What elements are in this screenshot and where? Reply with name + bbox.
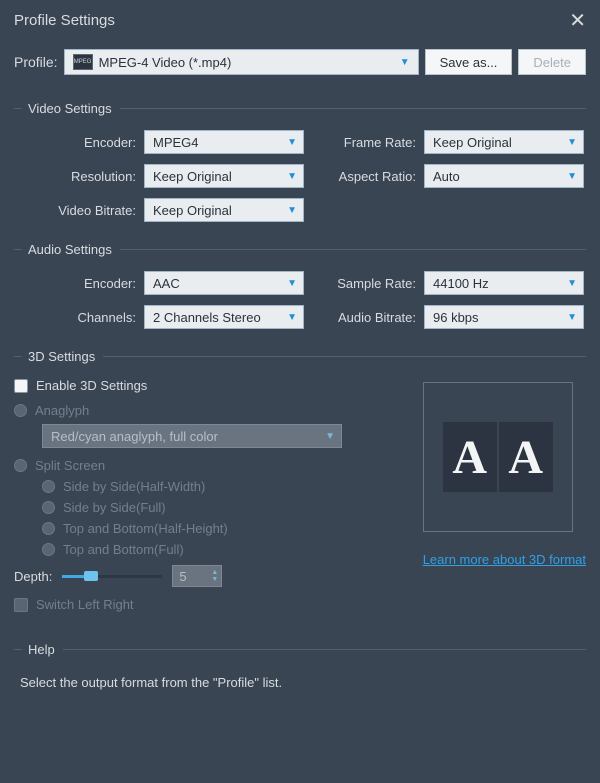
chevron-down-icon: ▼: [287, 205, 297, 216]
audio-encoder-select[interactable]: AAC▼: [144, 271, 304, 295]
resolution-label: Resolution:: [14, 169, 144, 184]
switch-lr-checkbox: Switch Left Right: [14, 597, 405, 612]
3d-preview: A A: [423, 382, 573, 532]
depth-slider: [62, 569, 162, 583]
checkbox-icon: [14, 598, 28, 612]
enable-3d-checkbox[interactable]: Enable 3D Settings: [14, 378, 405, 393]
profile-select[interactable]: MPEG MPEG-4 Video (*.mp4) ▼: [64, 49, 419, 75]
profile-value: MPEG-4 Video (*.mp4): [99, 55, 232, 70]
depth-row: Depth: 5 ▲▼: [14, 565, 405, 587]
chevron-down-icon: ▼: [567, 171, 577, 182]
radio-icon: [14, 459, 27, 472]
radio-icon: [42, 522, 55, 535]
chevron-down-icon: ▼: [567, 137, 577, 148]
audio-encoder-label: Encoder:: [14, 276, 144, 291]
preview-letter-right: A: [499, 422, 553, 492]
3d-header: 3D Settings: [14, 349, 586, 364]
chevron-down-icon: ▼: [567, 312, 577, 323]
chevron-down-icon: ▼: [567, 278, 577, 289]
video-header: Video Settings: [14, 101, 586, 116]
radio-icon: [14, 404, 27, 417]
video-encoder-select[interactable]: MPEG4▼: [144, 130, 304, 154]
aspect-ratio-label: Aspect Ratio:: [304, 169, 424, 184]
channels-select[interactable]: 2 Channels Stereo▼: [144, 305, 304, 329]
delete-button: Delete: [518, 49, 586, 75]
checkbox-icon: [14, 379, 28, 393]
radio-icon: [42, 480, 55, 493]
close-icon[interactable]: ✕: [569, 8, 586, 33]
chevron-down-icon: ▼: [287, 312, 297, 323]
aspect-ratio-select[interactable]: Auto▼: [424, 164, 584, 188]
anaglyph-radio: Anaglyph: [14, 403, 405, 418]
chevron-down-icon: ▼: [287, 137, 297, 148]
profile-row: Profile: MPEG MPEG-4 Video (*.mp4) ▼ Sav…: [0, 43, 600, 89]
chevron-down-icon: ▼: [400, 57, 410, 68]
sbs-half-radio: Side by Side(Half-Width): [42, 479, 405, 494]
window-title: Profile Settings: [14, 12, 115, 29]
resolution-select[interactable]: Keep Original▼: [144, 164, 304, 188]
frame-rate-select[interactable]: Keep Original▼: [424, 130, 584, 154]
radio-icon: [42, 543, 55, 556]
chevron-down-icon: ▼: [325, 431, 335, 442]
help-text: Select the output format from the "Profi…: [14, 671, 586, 690]
audio-header: Audio Settings: [14, 242, 586, 257]
help-section: Help Select the output format from the "…: [0, 630, 600, 698]
help-header: Help: [14, 642, 586, 657]
mpeg-icon: MPEG: [73, 54, 93, 70]
learn-more-link[interactable]: Learn more about 3D format: [423, 552, 586, 567]
frame-rate-label: Frame Rate:: [304, 135, 424, 150]
sample-rate-select[interactable]: 44100 Hz▼: [424, 271, 584, 295]
anaglyph-mode-select: Red/cyan anaglyph, full color ▼: [42, 424, 342, 448]
tab-half-radio: Top and Bottom(Half-Height): [42, 521, 405, 536]
video-bitrate-select[interactable]: Keep Original▼: [144, 198, 304, 222]
split-screen-radio: Split Screen: [14, 458, 405, 473]
tab-full-radio: Top and Bottom(Full): [42, 542, 405, 557]
audio-bitrate-label: Audio Bitrate:: [304, 310, 424, 325]
3d-section: 3D Settings Enable 3D Settings Anaglyph …: [0, 337, 600, 630]
preview-letter-left: A: [443, 422, 497, 492]
sbs-full-radio: Side by Side(Full): [42, 500, 405, 515]
chevron-down-icon: ▼: [287, 278, 297, 289]
channels-label: Channels:: [14, 310, 144, 325]
video-bitrate-label: Video Bitrate:: [14, 203, 144, 218]
depth-spinner: 5 ▲▼: [172, 565, 222, 587]
video-encoder-label: Encoder:: [14, 135, 144, 150]
radio-icon: [42, 501, 55, 514]
profile-label: Profile:: [14, 54, 58, 70]
depth-label: Depth:: [14, 569, 52, 584]
sample-rate-label: Sample Rate:: [304, 276, 424, 291]
slider-thumb-icon: [84, 571, 98, 581]
save-as-button[interactable]: Save as...: [425, 49, 513, 75]
video-section: Video Settings Encoder: MPEG4▼ Frame Rat…: [0, 89, 600, 230]
chevron-down-icon: ▼: [287, 171, 297, 182]
audio-bitrate-select[interactable]: 96 kbps▼: [424, 305, 584, 329]
titlebar: Profile Settings ✕: [0, 0, 600, 43]
spinner-arrows-icon: ▲▼: [211, 569, 218, 583]
audio-section: Audio Settings Encoder: AAC▼ Sample Rate…: [0, 230, 600, 337]
